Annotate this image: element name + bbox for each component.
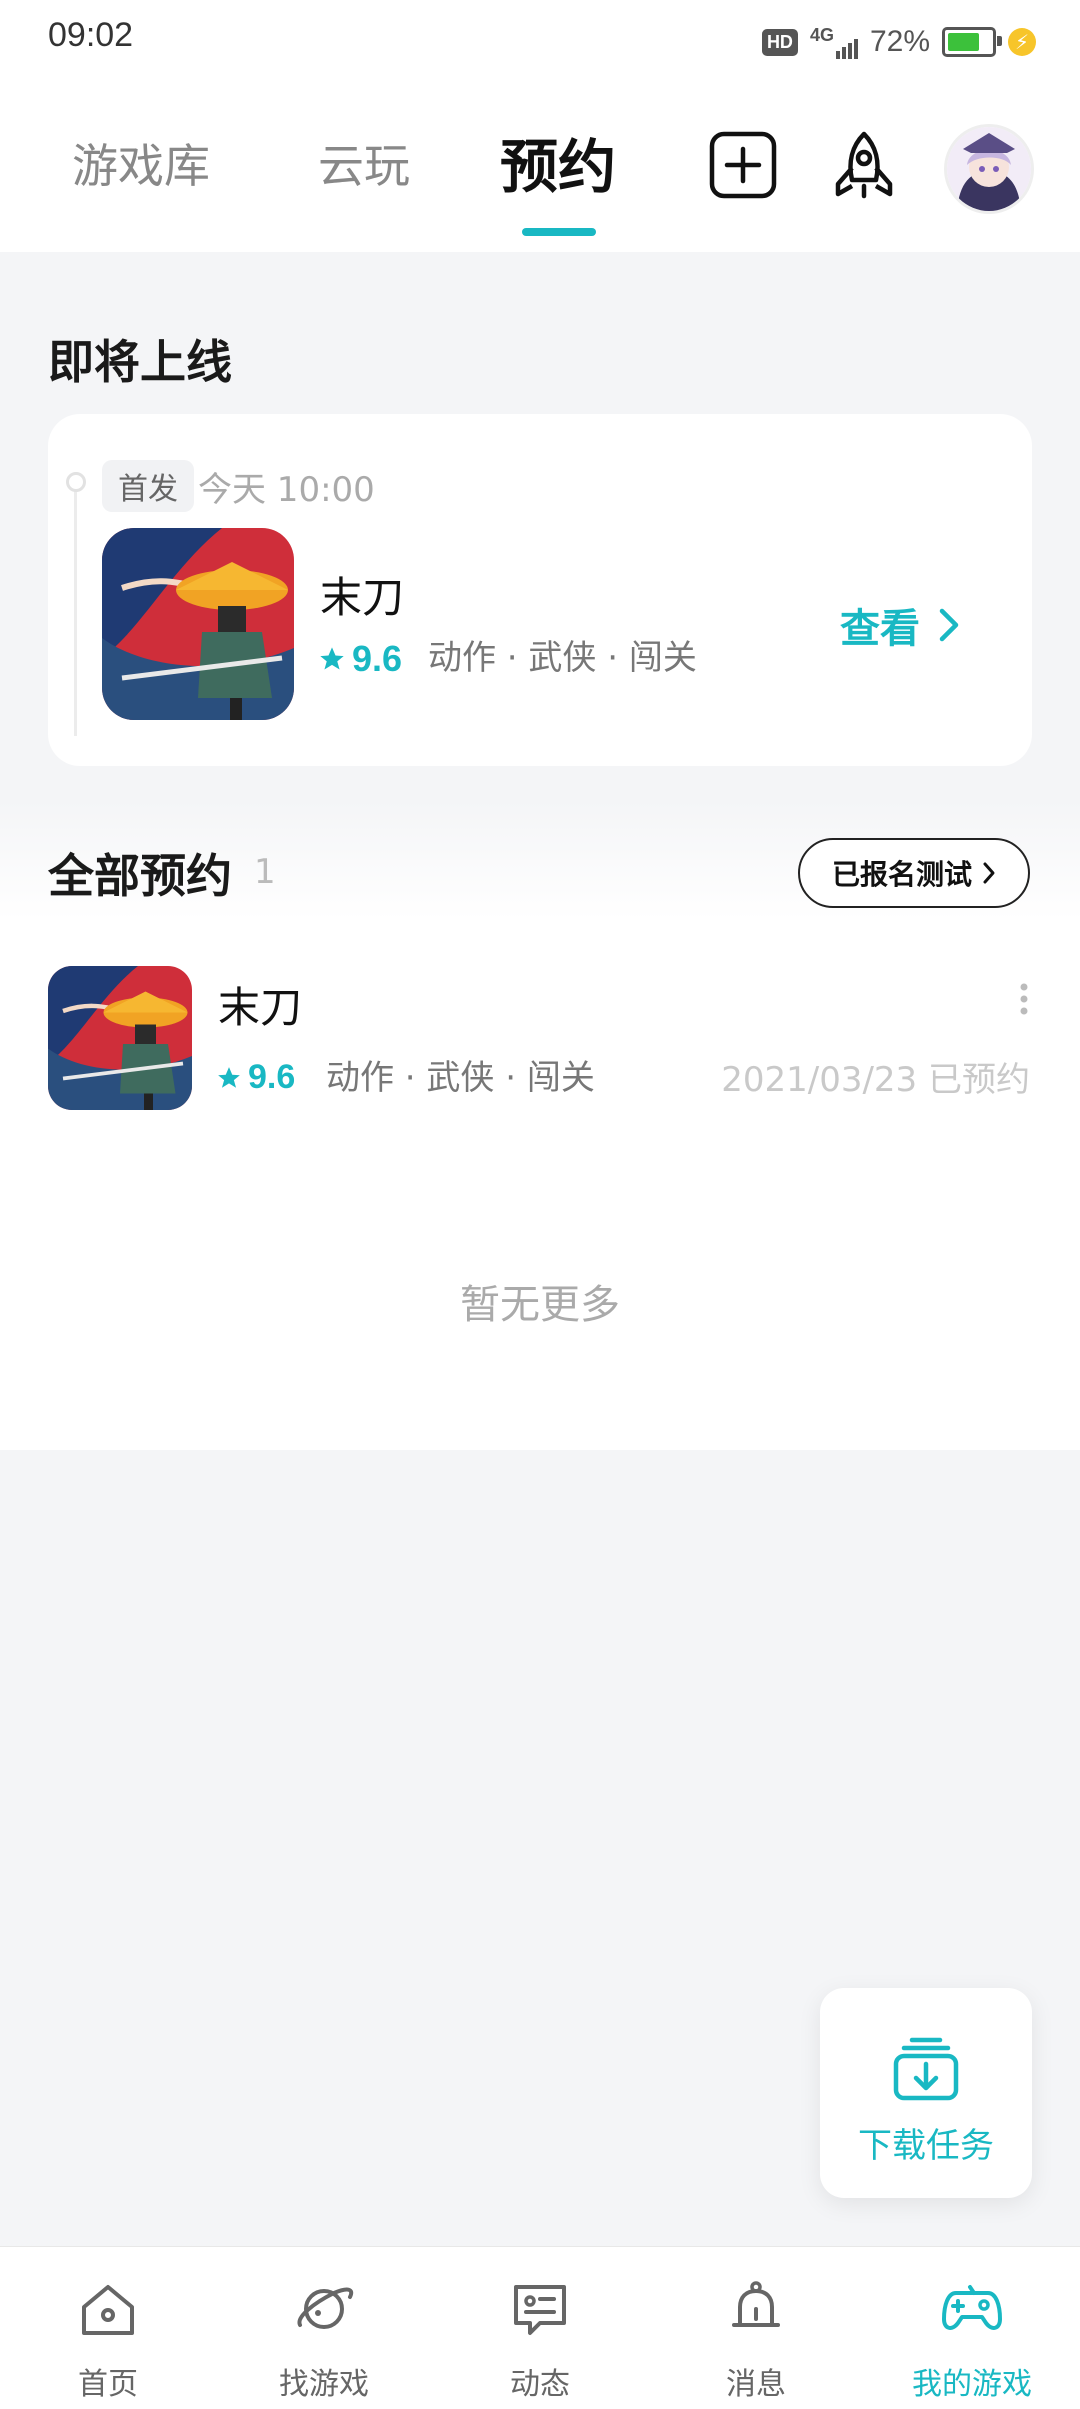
game-genres: 动作 · 武侠 · 闯关 <box>326 1058 595 1098</box>
status-time: 09:02 <box>48 16 134 54</box>
first-release-badge: 首发 <box>102 460 194 512</box>
more-vertical-icon <box>1020 983 1028 1015</box>
tab-reservations[interactable]: 预约 <box>500 120 616 204</box>
star-icon <box>320 647 344 670</box>
home-icon <box>82 2285 134 2335</box>
status-bar: 09:02 HD 4G 72% ⚡ <box>0 0 1080 80</box>
nav-feed-label: 动态 <box>510 2367 570 2402</box>
add-button[interactable] <box>708 130 778 204</box>
nav-home-label: 首页 <box>78 2367 138 2402</box>
samurai-icon <box>102 528 294 720</box>
reservation-count: 1 <box>254 852 276 892</box>
download-tasks-label: 下载任务 <box>858 2126 994 2166</box>
nav-messages-label: 消息 <box>726 2367 786 2402</box>
game-rating: 9.6 <box>318 638 402 680</box>
speedup-button[interactable] <box>826 128 902 208</box>
game-icon[interactable] <box>102 528 294 720</box>
rating-value: 9.6 <box>248 1058 296 1096</box>
more-options-button[interactable] <box>1018 982 1030 1020</box>
game-icon[interactable] <box>48 966 192 1110</box>
battery-icon <box>942 27 1002 57</box>
release-time: 今天 10:00 <box>198 470 375 510</box>
nav-my-games-label: 我的游戏 <box>912 2367 1032 2402</box>
top-nav: 游戏库 云玩 预约 <box>0 80 1080 252</box>
network-type: 4G <box>809 25 834 45</box>
nav-find-games[interactable]: 找游戏 <box>216 2247 432 2409</box>
samurai-icon <box>48 966 192 1110</box>
timeline-line <box>74 480 77 736</box>
avatar[interactable] <box>944 124 1034 214</box>
game-name[interactable]: 末刀 <box>320 564 404 625</box>
nav-messages[interactable]: 消息 <box>648 2247 864 2409</box>
timeline-dot <box>66 472 86 492</box>
upcoming-card[interactable]: 首发 今天 10:00 末刀 9.6 动作 · 武侠 · 闯关 查看 <box>48 414 1032 766</box>
charging-icon: ⚡ <box>1008 28 1036 56</box>
chat-card-icon <box>514 2285 566 2335</box>
rocket-icon <box>835 131 893 199</box>
avatar-image <box>947 127 1031 211</box>
hd-icon: HD <box>761 28 798 56</box>
all-reservations-title: 全部预约 <box>48 849 232 903</box>
game-genres: 动作 · 武侠 · 闯关 <box>428 638 697 678</box>
signed-test-button[interactable]: 已报名测试 <box>798 838 1030 908</box>
planet-icon <box>297 2287 354 2329</box>
no-more-text: 暂无更多 <box>460 1282 620 1328</box>
upcoming-title: 即将上线 <box>48 335 232 389</box>
bottom-nav: 首页 找游戏 动态 消息 我的游戏 <box>0 2246 1080 2409</box>
rating-value: 9.6 <box>352 638 403 679</box>
nav-my-games[interactable]: 我的游戏 <box>864 2247 1080 2409</box>
nav-home[interactable]: 首页 <box>0 2247 216 2409</box>
chevron-right-icon <box>983 862 995 884</box>
active-tab-indicator <box>522 228 596 236</box>
tab-game-library[interactable]: 游戏库 <box>72 130 210 196</box>
status-icons: HD 4G 72% ⚡ <box>761 22 1036 62</box>
plus-square-icon <box>709 131 777 199</box>
download-tray-icon <box>893 2037 959 2101</box>
game-name[interactable]: 末刀 <box>218 974 302 1035</box>
gamepad-icon <box>942 2285 1002 2330</box>
chevron-right-icon <box>939 608 959 642</box>
view-label: 查看 <box>840 606 920 652</box>
battery-percent: 72% <box>869 25 930 58</box>
signal-icon: 4G <box>810 25 858 59</box>
view-button[interactable]: 查看 <box>840 596 960 654</box>
signed-test-label: 已报名测试 <box>831 858 972 891</box>
star-icon <box>218 1066 240 1088</box>
reservation-status: 2021/03/23 已预约 <box>721 1060 1030 1100</box>
download-tasks-button[interactable]: 下载任务 <box>820 1988 1032 2198</box>
bell-icon <box>732 2281 780 2327</box>
tab-cloud-play[interactable]: 云玩 <box>318 130 410 196</box>
game-rating: 9.6 <box>216 1058 295 1097</box>
nav-find-games-label: 找游戏 <box>279 2367 369 2402</box>
nav-feed[interactable]: 动态 <box>432 2247 648 2409</box>
